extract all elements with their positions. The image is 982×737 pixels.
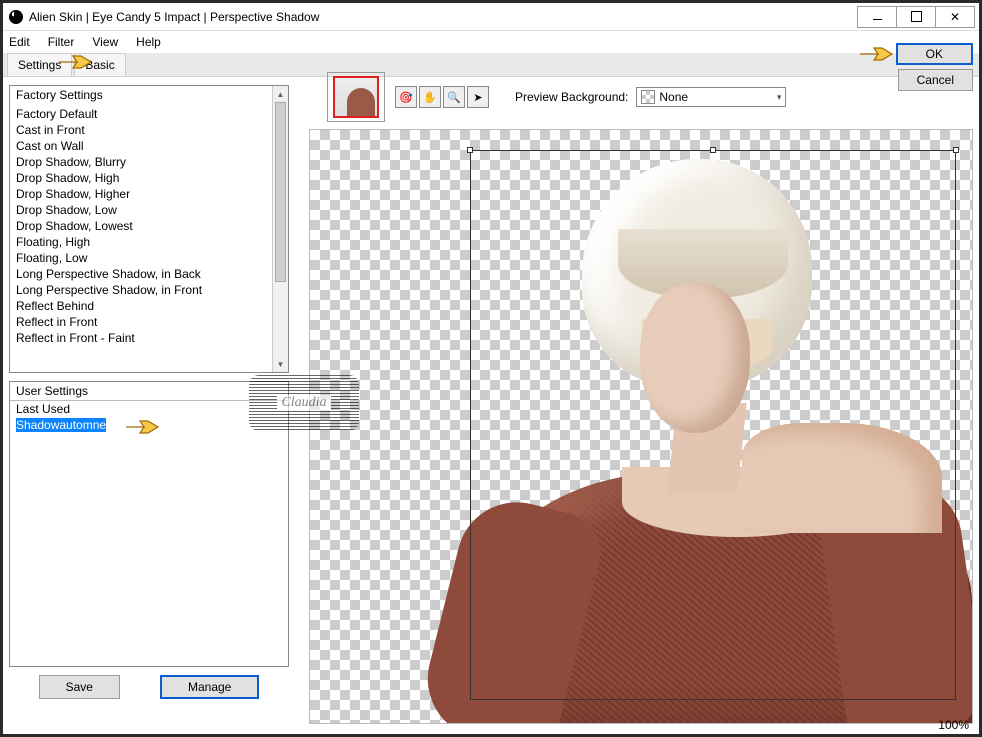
menu-help[interactable]: Help <box>136 35 161 49</box>
factory-item[interactable]: Factory Default <box>10 106 288 122</box>
zoom-icon[interactable]: 🔍 <box>443 86 465 108</box>
factory-item[interactable]: Floating, High <box>10 234 288 250</box>
zoom-level: 100% <box>938 718 969 732</box>
menu-edit[interactable]: Edit <box>9 35 30 49</box>
factory-settings-header: Factory Settings <box>10 86 288 104</box>
scroll-up-icon[interactable]: ▲ <box>273 86 288 102</box>
tab-basic-label: Basic <box>85 58 114 72</box>
hand-pan-icon[interactable]: ✋ <box>419 86 441 108</box>
factory-item[interactable]: Drop Shadow, High <box>10 170 288 186</box>
window-controls <box>858 6 975 28</box>
pointer-icon[interactable]: ➤ <box>467 86 489 108</box>
factory-settings-items: Factory Default Cast in Front Cast on Wa… <box>10 104 288 348</box>
chevron-down-icon: ▾ <box>777 92 782 103</box>
color-picker-icon[interactable]: 🎯 <box>395 86 417 108</box>
preview-bg-value: None <box>659 90 688 104</box>
tab-settings-label: Settings <box>18 58 61 72</box>
preview-canvas[interactable] <box>309 129 973 724</box>
save-button[interactable]: Save <box>39 675 120 699</box>
factory-item[interactable]: Long Perspective Shadow, in Front <box>10 282 288 298</box>
factory-item[interactable]: Reflect Behind <box>10 298 288 314</box>
preview-bg-select[interactable]: None ▾ <box>636 87 786 107</box>
user-settings-items: Last Used Shadowautomne <box>10 401 288 433</box>
selection-handle[interactable] <box>953 147 959 153</box>
user-settings-list: User Settings Last Used Shadowautomne <box>9 381 289 667</box>
ok-label: OK <box>926 47 943 61</box>
window-title: Alien Skin | Eye Candy 5 Impact | Perspe… <box>29 10 858 24</box>
scroll-down-icon[interactable]: ▼ <box>273 356 288 372</box>
tab-basic[interactable]: Basic <box>74 53 125 76</box>
factory-item[interactable]: Floating, Low <box>10 250 288 266</box>
manage-button[interactable]: Manage <box>160 675 259 699</box>
factory-item[interactable]: Drop Shadow, Blurry <box>10 154 288 170</box>
navigator-thumbnail[interactable] <box>327 72 385 122</box>
user-settings-header: User Settings <box>10 382 288 401</box>
title-bar: Alien Skin | Eye Candy 5 Impact | Perspe… <box>3 3 979 31</box>
scroll-thumb[interactable] <box>275 102 286 282</box>
user-item-selected[interactable]: Shadowautomne <box>16 418 106 432</box>
preview-toolbar: 🎯 ✋ 🔍 ➤ Preview Background: None ▾ <box>309 65 973 129</box>
navigator-viewport <box>333 76 379 118</box>
factory-item[interactable]: Drop Shadow, Low <box>10 202 288 218</box>
close-button[interactable] <box>935 6 975 28</box>
menu-view[interactable]: View <box>92 35 118 49</box>
factory-item[interactable]: Reflect in Front - Faint <box>10 330 288 346</box>
selection-handle[interactable] <box>467 147 473 153</box>
app-icon <box>9 10 23 24</box>
main-area: Factory Settings Factory Default Cast in… <box>9 85 973 724</box>
settings-button-row: Save Manage <box>9 675 289 699</box>
preview-bg-label: Preview Background: <box>515 90 628 104</box>
plugin-window: Alien Skin | Eye Candy 5 Impact | Perspe… <box>0 0 982 737</box>
preview-tools: 🎯 ✋ 🔍 ➤ <box>395 86 489 108</box>
ok-button[interactable]: OK <box>896 43 973 65</box>
menu-bar: Edit Filter View Help <box>3 31 979 53</box>
factory-item[interactable]: Long Perspective Shadow, in Back <box>10 266 288 282</box>
factory-item[interactable]: Reflect in Front <box>10 314 288 330</box>
minimize-button[interactable] <box>857 6 897 28</box>
tab-settings[interactable]: Settings <box>7 53 72 76</box>
factory-item[interactable]: Cast in Front <box>10 122 288 138</box>
menu-filter[interactable]: Filter <box>48 35 75 49</box>
selection-bounds[interactable] <box>470 150 956 700</box>
preview-area: OK Cancel 🎯 ✋ 🔍 ➤ Preview Background: No… <box>309 65 973 724</box>
user-item-last-used[interactable]: Last Used <box>10 401 288 417</box>
factory-item[interactable]: Drop Shadow, Higher <box>10 186 288 202</box>
factory-item[interactable]: Cast on Wall <box>10 138 288 154</box>
maximize-button[interactable] <box>896 6 936 28</box>
factory-scrollbar[interactable]: ▲ ▼ <box>272 86 288 372</box>
settings-panel: Factory Settings Factory Default Cast in… <box>9 85 289 692</box>
checker-swatch-icon <box>641 90 655 104</box>
selection-handle[interactable] <box>710 147 716 153</box>
factory-settings-list: Factory Settings Factory Default Cast in… <box>9 85 289 373</box>
factory-item[interactable]: Drop Shadow, Lowest <box>10 218 288 234</box>
